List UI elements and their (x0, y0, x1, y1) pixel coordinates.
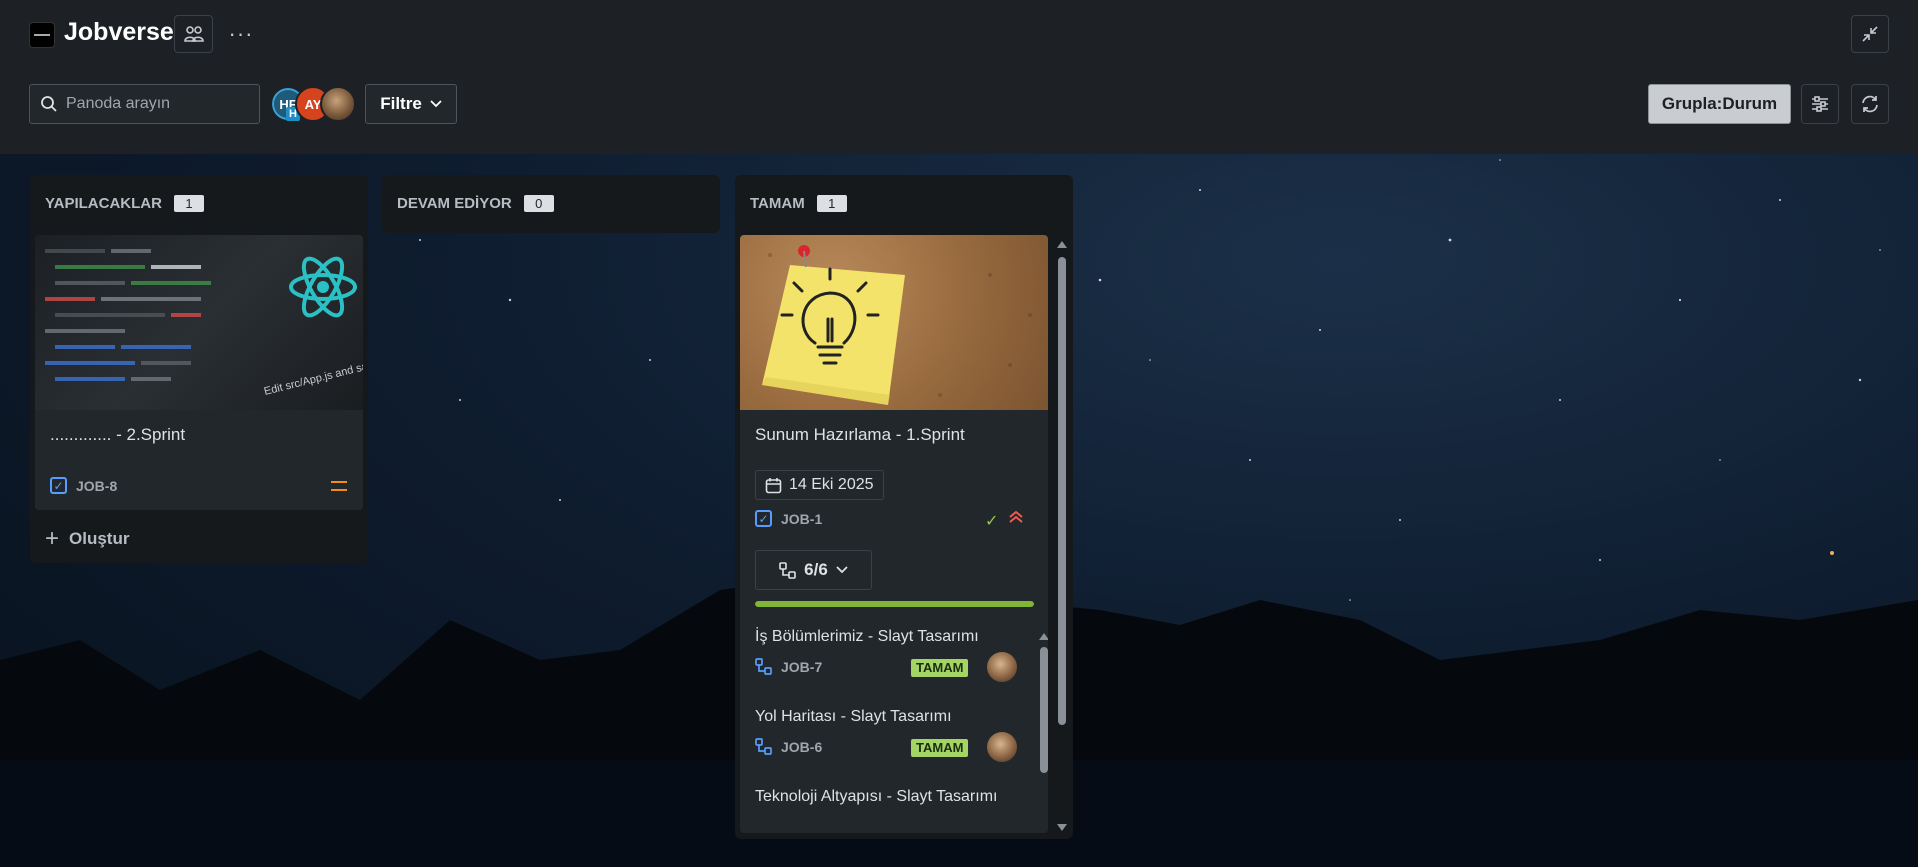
subtask-title: Yol Haritası - Slayt Tasarımı (755, 708, 952, 725)
due-date: 14 Eki 2025 (789, 476, 874, 493)
priority-highest-icon (1009, 510, 1023, 523)
status-badge: TAMAM (911, 739, 969, 757)
assignee-avatar[interactable] (987, 652, 1017, 682)
more-options-button[interactable]: ··· (226, 15, 256, 53)
subtask-count: 6/6 (804, 560, 828, 579)
issue-card[interactable]: Sunum Hazırlama - 1.Sprint 14 Eki 2025 ✓… (740, 235, 1048, 833)
subtask-icon (755, 658, 772, 675)
team-button[interactable] (174, 15, 213, 53)
column-header: YAPILACAKLAR 1 (45, 195, 204, 212)
column-scrollbar[interactable] (1055, 237, 1069, 835)
subtask-key: JOB-6 (781, 738, 823, 755)
column-title: TAMAM (750, 195, 805, 212)
search-input[interactable] (66, 95, 256, 113)
sliders-icon (1812, 96, 1828, 112)
subtask-progress-fill (755, 601, 1034, 607)
task-type-icon: ✓ (50, 477, 67, 494)
card-title: ............. - 2.Sprint (50, 425, 186, 444)
column-todo: YAPILACAKLAR 1 Edit src/App.js and save … (30, 175, 368, 563)
create-issue-button[interactable]: + Oluştur (45, 525, 129, 553)
subtask-item[interactable]: İş Bölümlerimiz - Slayt Tasarımı JOB-7 T… (755, 628, 1025, 682)
subtask-title: Teknoloji Altyapısı - Slayt Tasarımı (755, 788, 998, 805)
top-bar: Jobverse ··· HF H AY Filtre Grupla:Durum (0, 0, 1918, 154)
refresh-icon (1862, 95, 1878, 113)
card-cover-image (740, 235, 1048, 410)
subtask-key-row: JOB-6 (755, 738, 822, 755)
status-badge: TAMAM (911, 659, 969, 677)
subtask-item[interactable]: Teknoloji Altyapısı - Slayt Tasarımı (755, 788, 1025, 806)
scroll-thumb[interactable] (1040, 647, 1048, 773)
issue-key-row: ✓ JOB-8 (50, 477, 117, 494)
assignee-avatar[interactable] (987, 732, 1017, 762)
app-title: Jobverse (64, 18, 174, 46)
task-type-icon: ✓ (755, 510, 772, 527)
column-count: 1 (816, 195, 847, 212)
card-cover-image: Edit src/App.js and save to (35, 235, 363, 410)
card-title: Sunum Hazırlama - 1.Sprint (755, 425, 965, 444)
collapse-icon (1862, 26, 1878, 42)
chevron-down-icon (430, 100, 442, 108)
column-count: 1 (173, 195, 204, 212)
search-icon (41, 96, 57, 112)
filter-button[interactable]: Filtre (365, 84, 457, 124)
issue-key: JOB-8 (76, 477, 118, 494)
scroll-down-arrow[interactable] (1057, 824, 1067, 831)
chevron-down-icon (836, 566, 848, 574)
scroll-thumb[interactable] (1058, 257, 1066, 725)
subtask-title: İş Bölümlerimiz - Slayt Tasarımı (755, 628, 979, 645)
subtask-scrollbar[interactable] (1037, 633, 1048, 781)
subtask-icon (779, 561, 796, 579)
group-by-button[interactable]: Grupla:Durum (1648, 84, 1791, 124)
avatar-initials: AY (304, 96, 322, 112)
team-icon (183, 26, 204, 42)
group-by-label: Grupla:Durum (1661, 94, 1778, 113)
column-title: DEVAM EDİYOR (397, 195, 512, 212)
view-settings-button[interactable] (1801, 84, 1839, 124)
column-header: TAMAM 1 (750, 195, 847, 212)
scroll-up-arrow[interactable] (1039, 633, 1048, 640)
avatar-photo[interactable] (320, 86, 356, 122)
issue-key-row: ✓ JOB-1 (755, 510, 822, 527)
subtask-key: JOB-7 (781, 658, 823, 675)
filter-label: Filtre (380, 94, 422, 113)
subtasks-toggle-button[interactable]: 6/6 (755, 550, 872, 590)
scroll-up-arrow[interactable] (1057, 241, 1067, 248)
due-date-chip[interactable]: 14 Eki 2025 (755, 470, 884, 500)
done-check-icon: ✓ (985, 513, 999, 530)
subtask-progress-bar (755, 601, 1034, 607)
subtask-icon (755, 738, 772, 755)
column-title: YAPILACAKLAR (45, 195, 162, 212)
plus-icon: + (45, 525, 60, 552)
subtask-key-row: JOB-7 (755, 658, 822, 675)
column-count: 0 (523, 195, 554, 212)
app-logo (29, 22, 55, 48)
refresh-button[interactable] (1851, 84, 1889, 124)
collapse-button[interactable] (1851, 15, 1889, 53)
issue-card[interactable]: Edit src/App.js and save to ............… (35, 235, 363, 510)
column-done: TAMAM 1 Sunum Hazırlama - 1.Sprint 14 Ek… (735, 175, 1073, 839)
create-label: Oluştur (69, 529, 130, 548)
column-header: DEVAM EDİYOR 0 (397, 195, 554, 212)
priority-medium-icon (331, 481, 347, 491)
column-in-progress: DEVAM EDİYOR 0 (382, 175, 720, 233)
issue-key: JOB-1 (781, 510, 823, 527)
more-icon: ··· (228, 21, 254, 46)
search-box[interactable] (29, 84, 260, 124)
subtask-item[interactable]: Yol Haritası - Slayt Tasarımı JOB-6 TAMA… (755, 708, 1025, 762)
svg-text:Edit src/App.js and save to: Edit src/App.js and save to (263, 355, 363, 398)
calendar-icon (765, 477, 782, 493)
